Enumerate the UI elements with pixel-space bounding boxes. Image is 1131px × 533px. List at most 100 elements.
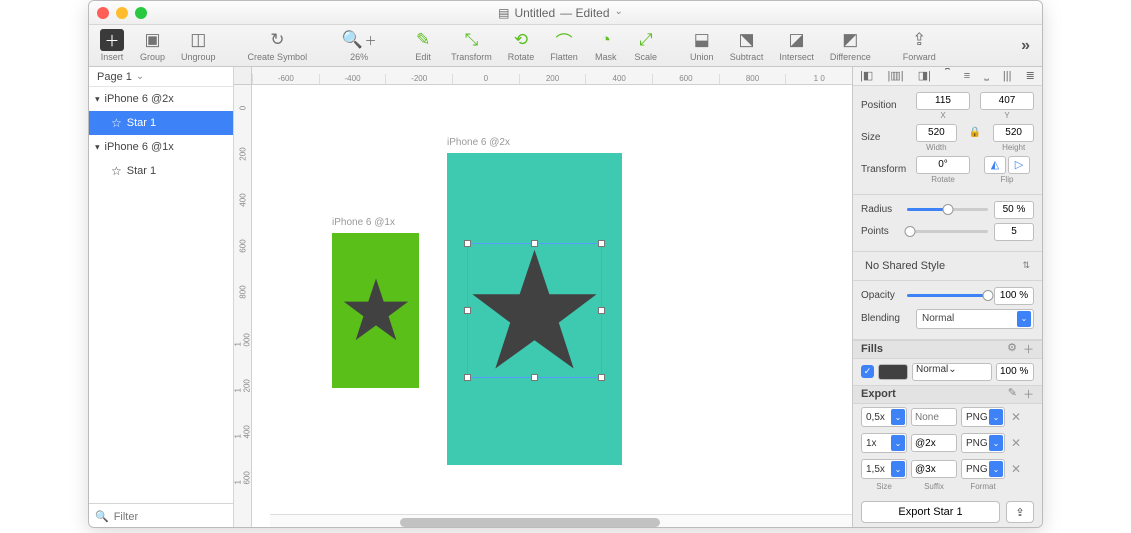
intersect-button[interactable]: ◪Intersect xyxy=(774,29,819,62)
align-center-h-icon[interactable]: |▥| xyxy=(885,68,907,83)
resize-handle-se[interactable] xyxy=(598,374,605,381)
rotate-field[interactable] xyxy=(916,156,970,174)
export-format-2[interactable]: PNG⌄ xyxy=(961,459,1005,479)
points-slider[interactable] xyxy=(907,230,988,233)
transform-button[interactable]: ⤡Transform xyxy=(446,29,497,62)
zoom-control[interactable]: 🔍＋ 26% xyxy=(334,29,384,62)
ruler-vertical[interactable]: 0 200 400 600 800 1 000 1 200 1 400 1 60… xyxy=(234,85,252,528)
star-icon: ☆ xyxy=(111,116,122,130)
align-bottom-icon[interactable]: ⎵ xyxy=(981,68,991,83)
search-icon: 🔍 xyxy=(95,510,109,523)
resize-handle-sw[interactable] xyxy=(464,374,471,381)
lock-icon[interactable]: 🔒 xyxy=(967,127,983,138)
radius-slider[interactable] xyxy=(907,208,988,211)
artboard-1x[interactable]: iPhone 6 @1x xyxy=(332,233,419,388)
disclosure-triangle-icon[interactable] xyxy=(95,93,100,105)
create-symbol-button[interactable]: ↻ Create Symbol xyxy=(243,29,313,62)
flip-horizontal-icon[interactable]: ◭ xyxy=(984,156,1006,174)
window-zoom-btn[interactable] xyxy=(135,7,147,19)
export-suffix-2[interactable] xyxy=(911,460,957,478)
fill-opacity-field[interactable] xyxy=(996,363,1034,381)
resize-handle-nw[interactable] xyxy=(464,240,471,247)
insert-button[interactable]: ＋ Insert xyxy=(95,29,129,62)
distribute-v-icon[interactable]: ≣ xyxy=(1023,68,1038,83)
size-height-field[interactable] xyxy=(993,124,1034,142)
page-selector[interactable]: Page 1 ⌄ xyxy=(89,67,233,87)
resize-handle-s[interactable] xyxy=(531,374,538,381)
export-size-0[interactable]: 0,5x⌄ xyxy=(861,407,907,427)
ruler-origin[interactable] xyxy=(234,67,252,85)
ungroup-icon: ◫ xyxy=(190,29,206,51)
scale-button[interactable]: ⤢Scale xyxy=(629,29,663,62)
selection-box[interactable] xyxy=(467,243,602,378)
resize-handle-w[interactable] xyxy=(464,307,471,314)
resize-handle-n[interactable] xyxy=(531,240,538,247)
fill-color-swatch[interactable] xyxy=(878,364,908,380)
size-width-field[interactable] xyxy=(916,124,957,142)
radius-field[interactable] xyxy=(994,201,1034,219)
window-minimize-btn[interactable] xyxy=(116,7,128,19)
align-top-icon[interactable]: ⎴ xyxy=(942,68,952,83)
forward-button[interactable]: ⇪Forward xyxy=(898,29,941,62)
export-button[interactable]: Export Star 1 xyxy=(861,501,1000,523)
layer-artboard-2x[interactable]: iPhone 6 @2x xyxy=(89,87,233,111)
overflow-icon[interactable]: » xyxy=(1015,37,1036,55)
align-middle-icon[interactable]: ≡ xyxy=(961,69,973,83)
ungroup-button[interactable]: ◫ Ungroup xyxy=(176,29,221,62)
position-y-field[interactable] xyxy=(980,92,1034,110)
mask-button[interactable]: ◔Mask xyxy=(589,29,623,62)
export-size-1[interactable]: 1x⌄ xyxy=(861,433,907,453)
subtract-button[interactable]: ⬔Subtract xyxy=(725,29,769,62)
chevron-down-icon[interactable]: ⌄ xyxy=(615,6,623,20)
star-icon: ☆ xyxy=(111,164,122,178)
flatten-button[interactable]: ⌒Flatten xyxy=(545,29,583,62)
rotate-icon: ⟲ xyxy=(514,29,528,51)
edit-button[interactable]: ✎Edit xyxy=(406,29,440,62)
flip-vertical-icon[interactable]: ▷ xyxy=(1008,156,1030,174)
ruler-horizontal[interactable]: -600 -400 -200 0 200 400 600 800 1 0 xyxy=(252,67,852,85)
union-button[interactable]: ⬓Union xyxy=(685,29,719,62)
chevron-down-icon: ⌄ xyxy=(1017,311,1031,327)
export-title: Export xyxy=(861,388,896,400)
points-field[interactable] xyxy=(994,223,1034,241)
layer-star-2x[interactable]: ☆ Star 1 xyxy=(89,111,233,135)
group-button[interactable]: ▣ Group xyxy=(135,29,170,62)
share-icon[interactable]: ⇪ xyxy=(1006,501,1034,523)
rotate-button[interactable]: ⟲Rotate xyxy=(503,29,540,62)
export-size-2[interactable]: 1,5x⌄ xyxy=(861,459,907,479)
position-x-field[interactable] xyxy=(916,92,970,110)
difference-button[interactable]: ◩Difference xyxy=(825,29,876,62)
export-suffix-0[interactable] xyxy=(911,408,957,426)
remove-export-1[interactable]: ✕ xyxy=(1009,436,1023,450)
resize-handle-e[interactable] xyxy=(598,307,605,314)
window-close-btn[interactable] xyxy=(97,7,109,19)
plus-icon[interactable]: ＋ xyxy=(1023,386,1034,402)
export-suffix-1[interactable] xyxy=(911,434,957,452)
distribute-h-icon[interactable]: ||| xyxy=(1000,69,1015,83)
export-format-0[interactable]: PNG⌄ xyxy=(961,407,1005,427)
fill-enabled-checkbox[interactable]: ✓ xyxy=(861,365,874,378)
artboard-2x[interactable]: iPhone 6 @2x xyxy=(447,153,622,465)
fill-mode-dropdown[interactable]: Normal⌄ xyxy=(912,363,992,381)
remove-export-2[interactable]: ✕ xyxy=(1009,462,1023,476)
resize-handle-ne[interactable] xyxy=(598,240,605,247)
shared-style-dropdown[interactable]: No Shared Style ⇅ xyxy=(861,256,1034,276)
canvas[interactable]: iPhone 6 @1x iPhone 6 @2x xyxy=(252,85,852,528)
remove-export-0[interactable]: ✕ xyxy=(1009,410,1023,424)
knife-icon[interactable]: ✎ xyxy=(1008,386,1017,402)
disclosure-triangle-icon[interactable] xyxy=(95,141,100,153)
plus-icon[interactable]: ＋ xyxy=(1023,341,1034,357)
gear-icon[interactable]: ⚙ xyxy=(1007,341,1017,357)
align-left-icon[interactable]: |◧ xyxy=(857,68,876,83)
align-right-icon[interactable]: ◨| xyxy=(915,68,934,83)
union-icon: ⬓ xyxy=(694,29,710,51)
layer-artboard-1x[interactable]: iPhone 6 @1x xyxy=(89,135,233,159)
scrollbar-thumb[interactable] xyxy=(400,518,660,527)
opacity-slider[interactable] xyxy=(907,294,988,297)
opacity-field[interactable] xyxy=(994,287,1034,305)
export-format-1[interactable]: PNG⌄ xyxy=(961,433,1005,453)
blending-dropdown[interactable]: Normal ⌄ xyxy=(916,309,1034,329)
layer-star-1x[interactable]: ☆ Star 1 xyxy=(89,159,233,183)
horizontal-scrollbar[interactable] xyxy=(270,514,852,528)
window-title: ▤ Untitled — Edited ⌄ xyxy=(147,6,974,20)
